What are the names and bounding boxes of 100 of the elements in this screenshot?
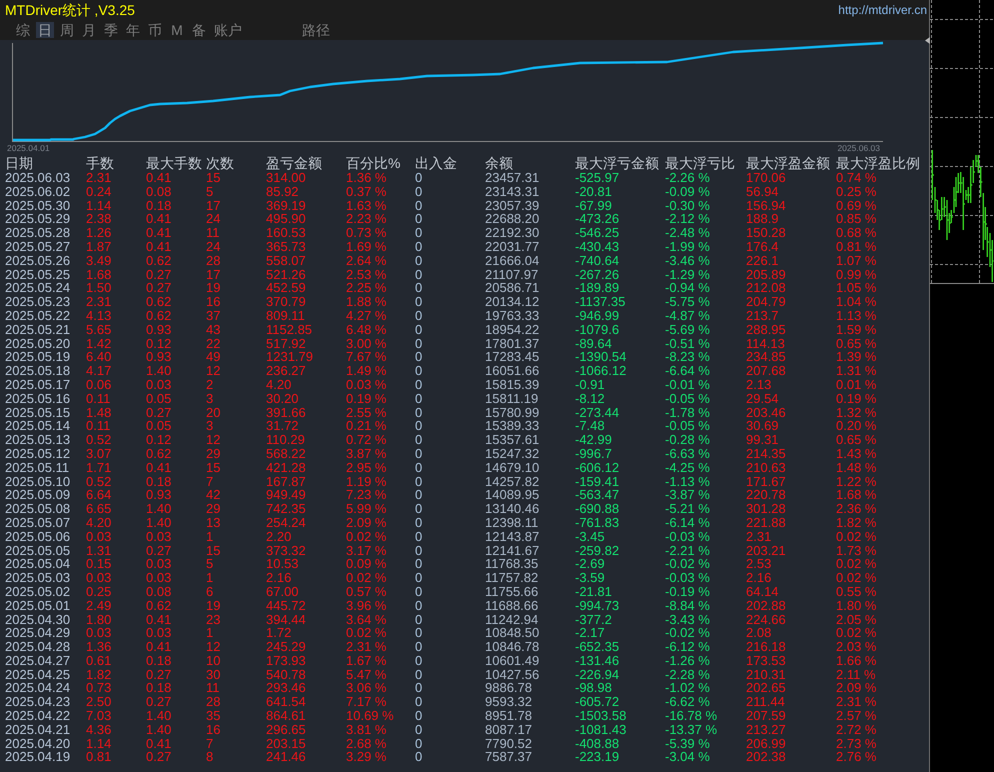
tab[interactable]: 日 — [36, 22, 54, 38]
max-lots-cell: 1.40 — [146, 364, 172, 378]
trade-count-cell: 35 — [206, 709, 220, 723]
max-floating-loss-percent-cell: -0.09 % — [665, 184, 710, 199]
tab[interactable]: 月 — [80, 22, 98, 38]
deposit-cell: 0 — [415, 184, 422, 199]
tab[interactable]: 年 — [124, 22, 142, 38]
deposit-cell: 0 — [415, 281, 422, 296]
max-lots-cell: 0.18 — [146, 198, 172, 212]
lots-cell: 1.87 — [86, 240, 112, 254]
tab[interactable]: 综 — [14, 22, 32, 38]
deposit-cell: 0 — [415, 406, 422, 420]
balance-cell: 20134.12 — [485, 295, 540, 309]
max-floating-loss-percent-cell: -0.02 % — [665, 557, 710, 572]
max-lots-cell: 0.27 — [146, 695, 172, 710]
max-floating-profit-cell: 234.85 — [746, 350, 786, 364]
deposit-cell: 0 — [415, 544, 422, 558]
tab[interactable]: 备 — [190, 22, 208, 38]
trade-count-cell: 17 — [206, 198, 220, 212]
max-floating-profit-cell: 56.94 — [746, 184, 779, 199]
max-lots-cell: 0.27 — [146, 544, 172, 558]
balance-cell: 11755.66 — [485, 584, 538, 599]
max-floating-profit-cell: 2.13 — [746, 378, 772, 392]
balance-cell: 15811.19 — [485, 392, 538, 406]
max-floating-loss-percent-cell: -6.63 % — [665, 446, 710, 461]
max-floating-loss-percent-cell: -5.69 % — [665, 322, 710, 337]
balance-cell: 17283.45 — [485, 350, 540, 364]
deposit-cell: 0 — [415, 502, 422, 516]
max-floating-profit-cell: 211.44 — [746, 695, 785, 710]
max-floating-loss-cell: -761.83 — [575, 516, 620, 530]
max-floating-profit-percent-cell: 0.85 % — [836, 212, 876, 226]
percent-cell: 7.67 % — [346, 350, 386, 364]
max-lots-cell: 0.62 — [146, 308, 172, 323]
balance-cell: 10601.49 — [485, 654, 540, 668]
percent-cell: 2.95 % — [346, 460, 386, 475]
max-floating-loss-percent-cell: -2.12 % — [665, 212, 710, 226]
tab[interactable]: 账户 — [212, 22, 244, 38]
max-floating-loss-cell: -1503.58 — [575, 709, 626, 723]
max-lots-cell: 0.08 — [146, 584, 172, 599]
trade-count-cell: 7 — [206, 736, 214, 750]
column-header: 最大手数 — [146, 155, 202, 171]
deposit-cell: 0 — [415, 433, 422, 447]
profit-cell: 809.11 — [266, 308, 305, 323]
date-cell: 2025.04.25 — [5, 668, 70, 682]
trade-count-cell: 10 — [206, 654, 220, 668]
max-floating-profit-percent-cell: 0.81 % — [836, 240, 876, 254]
max-floating-profit-cell: 207.68 — [746, 364, 786, 378]
balance-cell: 23457.31 — [485, 171, 540, 185]
date-cell: 2025.04.24 — [5, 681, 70, 696]
max-lots-cell: 1.40 — [146, 516, 172, 530]
max-floating-profit-percent-cell: 1.22 % — [836, 474, 876, 488]
lots-cell: 0.81 — [86, 750, 112, 764]
deposit-cell: 0 — [415, 419, 422, 434]
max-lots-cell: 1.40 — [146, 709, 172, 723]
trade-count-cell: 15 — [206, 544, 220, 558]
max-lots-cell: 0.62 — [146, 446, 172, 461]
trade-count-cell: 1 — [206, 626, 214, 640]
tab[interactable]: 币 — [146, 22, 164, 38]
max-floating-profit-percent-cell: 0.25 % — [836, 184, 876, 199]
column-header: 次数 — [206, 155, 234, 171]
date-cell: 2025.05.10 — [5, 474, 70, 488]
max-floating-profit-cell: 150.28 — [746, 226, 786, 240]
date-cell: 2025.06.03 — [5, 171, 70, 185]
percent-cell: 2.53 % — [346, 268, 386, 282]
max-floating-loss-cell: -430.43 — [575, 240, 620, 254]
profit-cell: 370.79 — [266, 295, 306, 309]
max-floating-loss-cell: -2.69 — [575, 557, 605, 572]
max-floating-profit-percent-cell: 1.48 % — [836, 460, 876, 475]
profit-cell: 1152.85 — [266, 322, 312, 337]
website-link[interactable]: http://mtdriver.cn — [838, 0, 927, 18]
max-floating-loss-cell: -273.44 — [575, 406, 620, 420]
percent-cell: 1.67 % — [346, 654, 386, 668]
lots-cell: 0.73 — [86, 681, 112, 696]
max-floating-loss-cell: -7.48 — [575, 419, 605, 434]
max-floating-loss-percent-cell: -0.03 % — [665, 530, 710, 544]
deposit-cell: 0 — [415, 212, 422, 226]
max-floating-loss-cell: -259.82 — [575, 544, 620, 558]
date-cell: 2025.05.15 — [5, 406, 70, 420]
max-floating-profit-percent-cell: 2.36 % — [836, 502, 876, 516]
date-cell: 2025.05.19 — [5, 350, 70, 364]
tab[interactable]: 季 — [102, 22, 120, 38]
date-cell: 2025.04.21 — [5, 722, 70, 737]
max-lots-cell: 0.93 — [146, 322, 172, 337]
trade-count-cell: 15 — [206, 171, 220, 185]
max-floating-profit-cell: 207.59 — [746, 709, 786, 723]
profit-cell: 369.19 — [266, 198, 306, 212]
tab[interactable]: 周 — [58, 22, 76, 38]
max-floating-profit-cell: 173.53 — [746, 654, 786, 668]
trade-count-cell: 1 — [206, 571, 214, 585]
max-floating-loss-percent-cell: -4.87 % — [665, 308, 710, 323]
deposit-cell: 0 — [415, 736, 422, 750]
percent-cell: 0.72 % — [346, 433, 386, 447]
max-floating-profit-percent-cell: 2.09 % — [836, 681, 876, 696]
trade-count-cell: 23 — [206, 612, 220, 626]
max-floating-loss-cell: -546.25 — [575, 226, 620, 240]
tab[interactable]: M — [168, 22, 186, 38]
max-lots-cell: 0.03 — [146, 378, 172, 392]
max-floating-loss-cell: -740.64 — [575, 254, 620, 268]
max-floating-loss-cell: -994.73 — [575, 598, 620, 612]
tab[interactable]: 路径 — [300, 22, 332, 38]
